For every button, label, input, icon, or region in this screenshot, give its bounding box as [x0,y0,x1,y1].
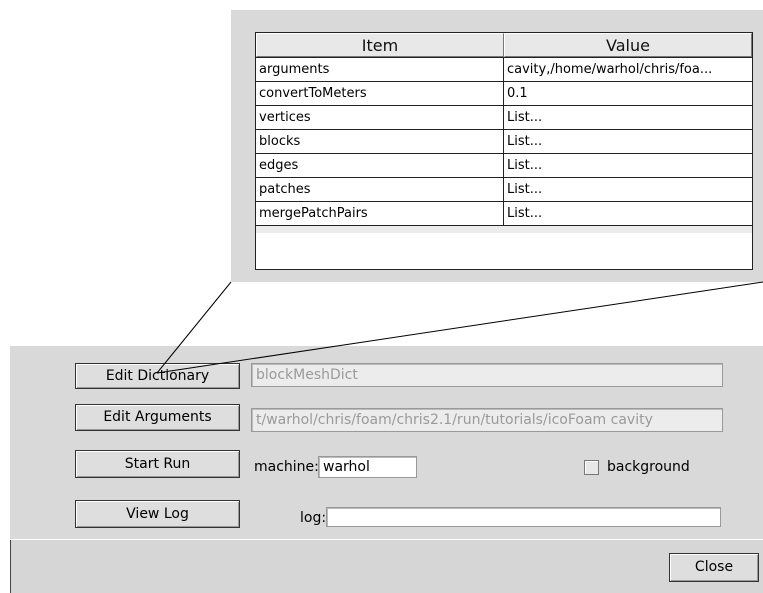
table-row[interactable]: vertices List... [256,106,752,130]
view-log-button[interactable]: View Log [75,500,240,528]
background-checkbox[interactable] [584,460,599,475]
table-header: Item Value [256,33,752,58]
value-cell[interactable]: List... [504,106,752,129]
log-label: log: [300,510,327,526]
table-row[interactable]: convertToMeters 0.1 [256,82,752,106]
item-cell[interactable]: blocks [256,130,504,153]
value-cell[interactable]: List... [504,154,752,177]
edit-dictionary-button[interactable]: Edit Dictionary [75,363,240,389]
machine-label: machine: [254,459,319,475]
value-cell[interactable]: List... [504,202,752,225]
column-header-item[interactable]: Item [256,33,504,57]
log-field[interactable] [326,507,721,527]
machine-field[interactable]: warhol [318,456,417,478]
item-cell[interactable]: convertToMeters [256,82,504,105]
dictionary-field[interactable]: blockMeshDict [251,363,723,387]
value-cell[interactable]: List... [504,130,752,153]
table-row[interactable]: arguments cavity,/home/warhol/chris/foa.… [256,58,752,82]
run-control-panel: Edit Dictionary blockMeshDict Edit Argum… [9,346,763,593]
column-header-value[interactable]: Value [504,33,752,57]
footer-bar [10,540,763,593]
item-cell[interactable]: mergePatchPairs [256,202,504,225]
item-cell[interactable]: vertices [256,106,504,129]
item-cell[interactable]: arguments [256,58,504,81]
arguments-field[interactable]: t/warhol/chris/foam/chris2.1/run/tutoria… [251,408,723,432]
value-cell[interactable]: 0.1 [504,82,752,105]
dictionary-table-zoom: Item Value arguments cavity,/home/warhol… [231,10,763,282]
start-run-button[interactable]: Start Run [75,450,240,478]
item-cell[interactable]: edges [256,154,504,177]
table-footer [256,226,752,233]
table-row[interactable]: blocks List... [256,130,752,154]
value-cell[interactable]: List... [504,178,752,201]
item-cell[interactable]: patches [256,178,504,201]
value-cell[interactable]: cavity,/home/warhol/chris/foa... [504,58,752,81]
table-row[interactable]: mergePatchPairs List... [256,202,752,226]
table-row[interactable]: edges List... [256,154,752,178]
dictionary-table: Item Value arguments cavity,/home/warhol… [255,32,753,270]
close-button[interactable]: Close [669,553,759,582]
background-label: background [607,459,690,475]
table-row[interactable]: patches List... [256,178,752,202]
edit-arguments-button[interactable]: Edit Arguments [75,404,240,431]
